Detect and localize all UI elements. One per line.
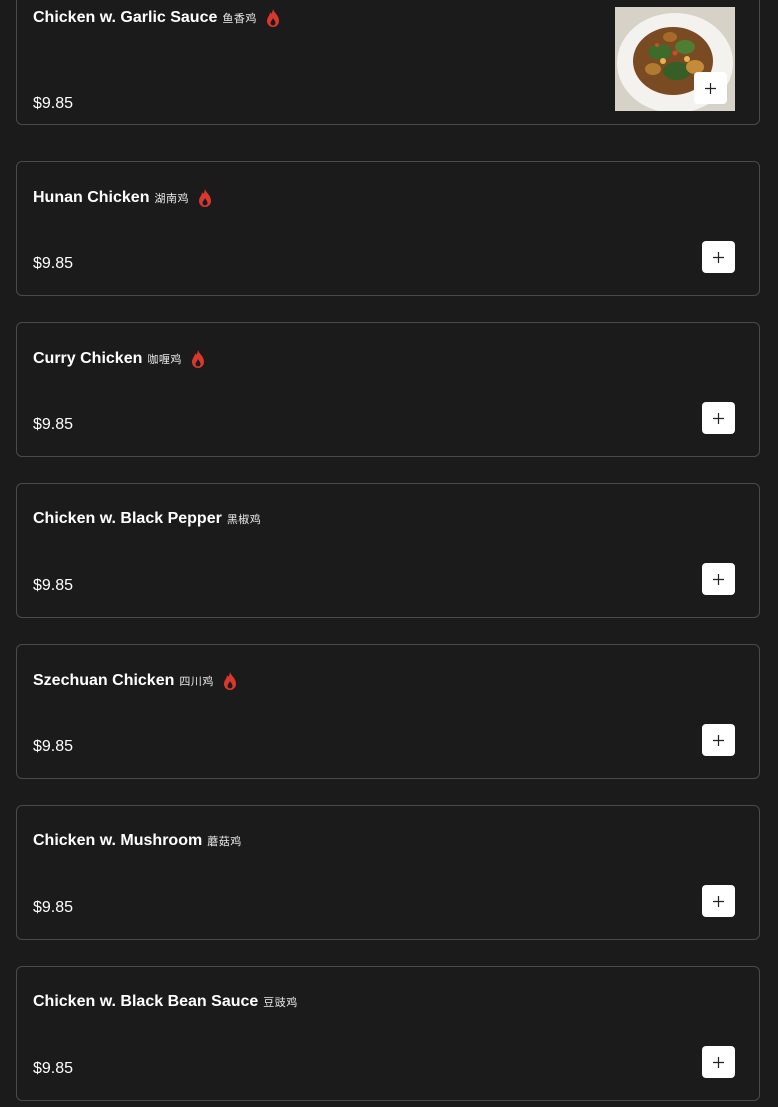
menu-item-price: $9.85	[33, 416, 74, 433]
menu-item-chinese-name: 豆豉鸡	[263, 997, 298, 1009]
menu-item-card[interactable]: Chicken w. Garlic Sauce 鱼香鸡 $9.85	[16, 0, 760, 125]
menu-item-chinese-name: 蘑菇鸡	[207, 836, 242, 848]
menu-item-title: Curry Chicken 咖喱鸡	[33, 349, 206, 369]
add-to-cart-button[interactable]	[702, 724, 735, 756]
menu-item-chinese-name: 黑椒鸡	[226, 514, 262, 526]
menu-item-price: $9.85	[33, 899, 74, 916]
plus-icon	[713, 1056, 724, 1068]
menu-item-name: Chicken w. Black Bean Sauce	[33, 993, 259, 1010]
plus-icon	[713, 573, 724, 585]
menu-item-card[interactable]: Hunan Chicken 湖南鸡 $9.85	[16, 161, 760, 296]
menu-item-name: Chicken w. Garlic Sauce	[33, 9, 218, 26]
menu-item-name: Szechuan Chicken	[33, 672, 175, 689]
menu-item-title: Chicken w. Mushroom 蘑菇鸡	[33, 832, 242, 850]
plus-icon	[713, 734, 724, 746]
plus-icon	[713, 412, 724, 424]
menu-item-price: $9.85	[33, 95, 74, 112]
menu-item-card[interactable]: Chicken w. Black Pepper 黑椒鸡 $9.85	[16, 483, 760, 618]
add-to-cart-button[interactable]	[702, 1046, 735, 1078]
flame-icon	[266, 9, 279, 27]
menu-item-card[interactable]: Szechuan Chicken 四川鸡 $9.85	[16, 644, 760, 779]
menu-item-card[interactable]: Chicken w. Mushroom 蘑菇鸡 $9.85	[16, 805, 760, 940]
menu-item-chinese-name: 四川鸡	[179, 676, 214, 688]
menu-item-chinese-name: 鱼香鸡	[222, 13, 257, 25]
menu-item-price: $9.85	[33, 577, 74, 594]
menu-item-card[interactable]: Chicken w. Black Bean Sauce 豆豉鸡 $9.85	[16, 966, 760, 1101]
menu-item-chinese-name: 咖喱鸡	[147, 354, 182, 366]
menu-item-name: Chicken w. Mushroom	[33, 832, 203, 849]
menu-item-name: Chicken w. Black Pepper	[33, 510, 222, 527]
add-to-cart-button[interactable]	[702, 402, 735, 434]
menu-item-title: Chicken w. Garlic Sauce 鱼香鸡	[33, 8, 281, 28]
plus-icon	[713, 895, 724, 907]
menu-item-price: $9.85	[33, 1060, 74, 1077]
plus-icon	[705, 82, 716, 94]
menu-item-photo[interactable]	[615, 7, 735, 111]
menu-page: Chicken w. Garlic Sauce 鱼香鸡 $9.85 Hunan …	[0, 0, 778, 1107]
menu-item-chinese-name: 湖南鸡	[154, 193, 189, 205]
menu-item-title: Szechuan Chicken 四川鸡	[33, 671, 238, 691]
plus-icon	[713, 251, 724, 263]
menu-item-card[interactable]: Curry Chicken 咖喱鸡 $9.85	[16, 322, 760, 457]
add-to-cart-button[interactable]	[702, 885, 735, 917]
menu-item-title: Hunan Chicken 湖南鸡	[33, 188, 213, 208]
menu-item-title: Chicken w. Black Bean Sauce 豆豉鸡	[33, 993, 298, 1011]
menu-item-name: Hunan Chicken	[33, 189, 150, 206]
menu-item-title: Chicken w. Black Pepper 黑椒鸡	[33, 510, 261, 528]
flame-icon	[223, 672, 236, 690]
add-to-cart-button[interactable]	[694, 72, 727, 104]
menu-item-name: Curry Chicken	[33, 350, 143, 367]
flame-icon	[198, 189, 211, 207]
flame-icon	[191, 350, 204, 368]
add-to-cart-button[interactable]	[702, 563, 735, 595]
menu-item-price: $9.85	[33, 255, 74, 272]
menu-item-price: $9.85	[33, 738, 74, 755]
add-to-cart-button[interactable]	[702, 241, 735, 273]
